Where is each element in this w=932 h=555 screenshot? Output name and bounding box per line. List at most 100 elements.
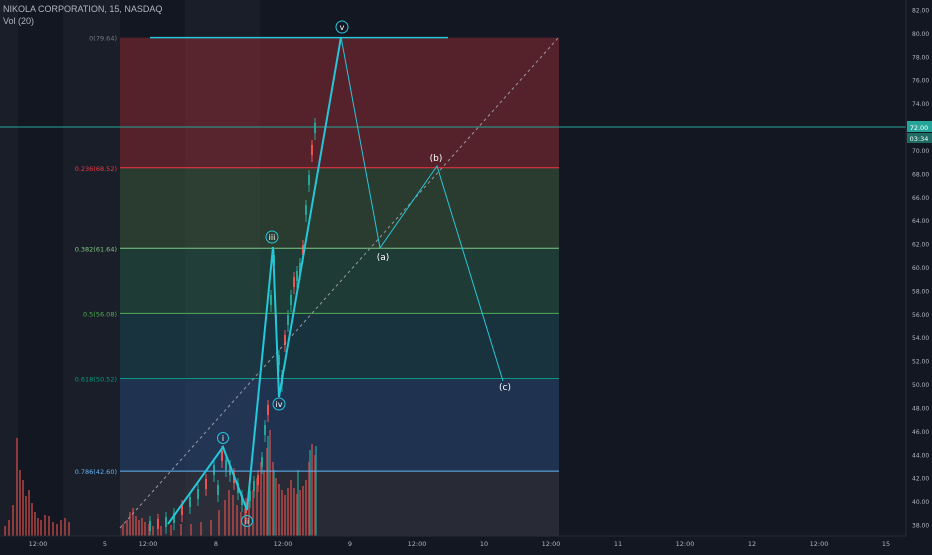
volume-bar [218,510,220,536]
time-tick-label: 12:00 [676,540,695,548]
price-tick-label: 40.00 [912,499,929,506]
volume-bar [40,520,42,536]
candle-body [257,475,259,485]
volume-bar [8,520,10,536]
volume-bar [309,450,311,536]
candle-body [253,481,255,491]
fib-zone [120,167,559,249]
candle-body [267,405,269,415]
price-tick-label: 66.00 [912,195,929,202]
price-tick-label: 38.00 [912,523,929,530]
volume-bar [287,488,289,536]
candle-body [311,145,313,155]
volume-bar [228,490,230,536]
volume-bar [135,516,137,536]
price-tick-label: 46.00 [912,429,929,436]
fib-retracement-zones [120,37,559,536]
volume-bar [31,503,33,536]
volume-bar [4,526,6,536]
volume-bar [200,522,202,536]
time-tick-label: 11 [614,540,622,548]
volume-bar [138,520,140,536]
volume-bar [64,518,66,536]
time-tick-label: 12:00 [274,540,293,548]
volume-bar [232,495,234,536]
candle-body [197,489,199,499]
time-tick-label: 12:00 [29,540,48,548]
volume-bar [180,524,182,536]
candle-body [261,457,263,467]
volume-bar [290,480,292,536]
volume-bar [60,520,62,536]
time-tick-label: 8 [214,540,218,548]
chart-area[interactable]: 0(79.64) 0.236(68.52) 0.382(61.64) 0.5(56.0… [0,0,932,550]
volume-bar [240,512,242,536]
volume-bar [273,470,275,536]
price-tick-label: 50.00 [912,382,929,389]
wave-label-iv-text: iv [276,400,283,409]
wave-label-v-text: v [340,23,345,32]
price-tick-label: 78.00 [912,54,929,61]
price-tick-label: 60.00 [912,265,929,272]
volume-bar [302,486,304,536]
price-tick-label: 56.00 [912,312,929,319]
volume-bar [170,525,172,536]
candle-body [264,425,266,435]
time-tick-label: 12:00 [408,540,427,548]
wave-label-b[interactable]: (b) [430,154,443,164]
time-tick-label: 12:00 [542,540,561,548]
candle-body [189,497,191,507]
price-tick-label: 64.00 [912,218,929,225]
current-price-value: 72.00 [910,124,929,132]
candle-body [314,123,316,133]
volume-indicator-label[interactable]: Vol (20) [3,16,34,26]
wave-label-a[interactable]: (a) [377,253,390,263]
price-tick-label: 54.00 [912,335,929,342]
price-tick-label: 48.00 [912,405,929,412]
candle-body [213,465,215,475]
time-tick-label: 12:00 [810,540,829,548]
price-tick-label: 42.00 [912,476,929,483]
candle-body [305,205,307,215]
candle-body [221,451,223,461]
symbol-title[interactable]: NIKOLA CORPORATION, 15, NASDAQ [3,4,162,14]
volume-bar [126,520,128,536]
fib-zone [120,37,559,168]
candle-body [225,460,227,470]
volume-bar [37,518,39,536]
volume-bar [281,490,283,536]
chart-canvas[interactable]: 0(79.64) 0.236(68.52) 0.382(61.64) 0.5(56.0… [0,0,932,550]
volume-bar [122,524,124,536]
fib-zone [120,471,559,536]
volume-bar [299,490,301,536]
volume-bar [297,470,299,536]
price-tick-label: 82.00 [912,8,929,15]
price-tick-label: 68.00 [912,171,929,178]
current-price-tag: 72.00 03:34 [907,121,932,143]
volume-bar [19,470,21,536]
volume-bar [44,515,46,536]
fib-level-label: 0.236(68.52) [75,165,117,173]
volume-bar [28,490,30,536]
time-axis[interactable]: 12:00 5 12:00 8 12:00 9 12:00 10 12:00 11 12:00 12 1… [0,535,932,550]
candle-body [205,479,207,489]
candle-body [165,517,167,527]
volume-bar [275,478,277,536]
candle-body [308,175,310,185]
candle-body [217,485,219,495]
fib-zone [120,313,559,379]
volume-bar [263,470,265,536]
volume-bar [305,480,307,536]
volume-bar [34,512,36,536]
volume-bar [284,495,286,536]
price-axis[interactable]: 82.00 80.00 78.00 76.00 74.00 72.00 70.00 68.00… [905,0,932,536]
wave-label-i-text: i [222,434,224,443]
price-tick-label: 44.00 [912,452,929,459]
candle-body [157,519,159,529]
volume-bar [68,522,70,536]
volume-bar [160,526,162,536]
fib-level-label: 0(79.64) [89,35,117,43]
time-tick-label: 9 [348,540,352,548]
wave-label-c[interactable]: (c) [499,383,511,393]
volume-bar [56,524,58,536]
